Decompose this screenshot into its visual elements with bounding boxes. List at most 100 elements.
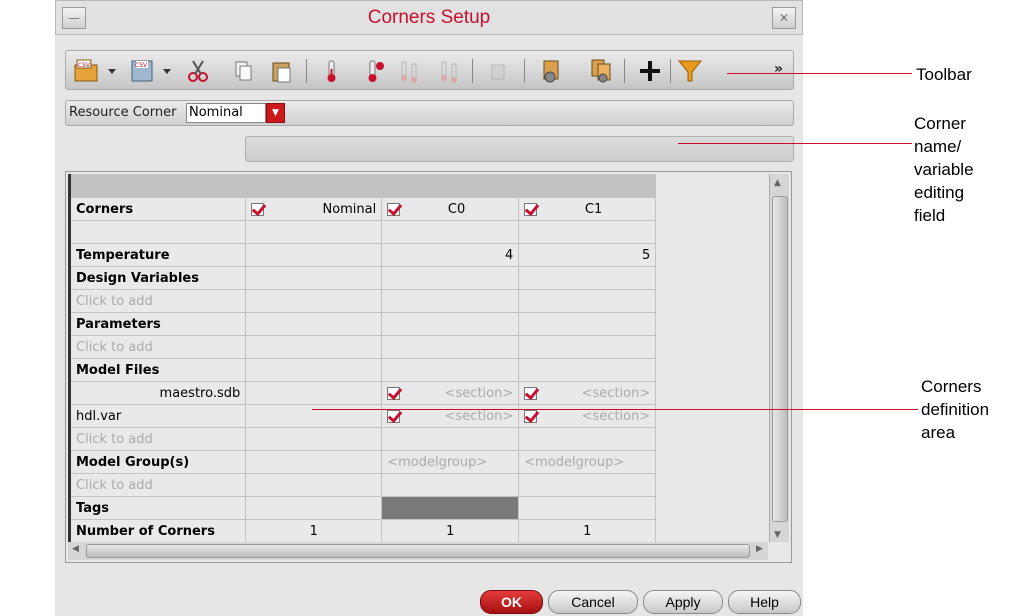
cut-icon[interactable]	[184, 57, 212, 85]
click-to-add[interactable]: Click to add	[67, 289, 247, 313]
corner-count: 1	[245, 519, 383, 543]
horizontal-scroll-thumb[interactable]	[86, 544, 750, 558]
model-file-checkbox[interactable]	[387, 386, 401, 400]
temperature-cell[interactable]: 4	[381, 243, 520, 267]
corner-name: Nominal	[322, 201, 377, 217]
toolbar-more-button[interactable]: »	[774, 61, 783, 77]
callout-line-1: Corner	[914, 114, 966, 133]
section-placeholder: <section>	[444, 385, 514, 401]
close-icon[interactable]: ✕	[772, 7, 796, 29]
disabled-icon[interactable]	[484, 57, 512, 85]
toolbar-separator	[624, 59, 625, 83]
callout-line-5: field	[914, 206, 946, 225]
header-cell	[67, 174, 247, 198]
open-csv-icon[interactable]: CSV	[72, 57, 100, 85]
save-csv-icon[interactable]: CSV	[128, 57, 156, 85]
corner-name-edit-field[interactable]	[245, 136, 794, 162]
model-files-row: Model Files	[67, 358, 657, 382]
corner-column-c0[interactable]: C0	[381, 197, 520, 221]
help-button[interactable]: Help	[728, 590, 801, 614]
model-file-checkbox[interactable]	[524, 409, 538, 423]
toolbar-separator	[670, 59, 671, 83]
temperature-cell[interactable]	[245, 243, 383, 267]
add-temperature-icon[interactable]	[318, 57, 346, 85]
section-placeholder: <section>	[581, 408, 651, 424]
scroll-left-icon[interactable]: ◀	[72, 544, 79, 554]
apply-button[interactable]: Apply	[643, 590, 723, 614]
svg-text:CSV: CSV	[135, 62, 148, 69]
model-file-name: hdl.var	[67, 404, 247, 428]
corner-column-nominal[interactable]: Nominal	[245, 197, 383, 221]
open-dropdown-icon[interactable]	[106, 57, 118, 85]
corner-settings-multi-icon[interactable]	[588, 57, 616, 85]
vertical-scroll-thumb[interactable]	[772, 196, 788, 522]
model-file-name: maestro.sdb	[67, 381, 247, 405]
row-label: Corners	[67, 197, 247, 221]
horizontal-scrollbar[interactable]: ◀ ▶	[68, 542, 768, 560]
cancel-button[interactable]: Cancel	[548, 590, 638, 614]
toolbar-separator	[472, 59, 473, 83]
model-file-cell[interactable]: <section>	[518, 404, 657, 428]
ok-button[interactable]: OK	[480, 590, 543, 614]
model-file-row: hdl.var <section> <section>	[67, 404, 657, 428]
window-title: Corners Setup	[367, 7, 491, 28]
row-label: Temperature	[67, 243, 247, 267]
callout-line-2: name/	[914, 137, 962, 156]
number-of-corners-row: Number of Corners 1 1 1	[67, 519, 657, 543]
callout-line-2: definition	[921, 400, 990, 419]
callout-line-1: Corners	[921, 377, 982, 396]
click-to-add-row: Click to add	[67, 473, 657, 497]
corner-count: 1	[518, 519, 657, 543]
filter-icon[interactable]	[676, 57, 704, 85]
corner-count: 1	[381, 519, 520, 543]
callout-line-3: variable	[914, 160, 974, 179]
corner-name: C0	[447, 201, 466, 217]
click-to-add[interactable]: Click to add	[67, 427, 247, 451]
model-file-checkbox[interactable]	[524, 386, 538, 400]
row-label: Tags	[67, 496, 247, 520]
model-file-cell[interactable]: <section>	[381, 381, 520, 405]
modelgroup-cell[interactable]: <modelgroup>	[381, 450, 520, 474]
click-to-add-row: Click to add	[67, 335, 657, 359]
row-label: Parameters	[67, 312, 247, 336]
toolbar-separator	[524, 59, 525, 83]
corner-column-c1[interactable]: C1	[518, 197, 657, 221]
tags-row: Tags	[67, 496, 657, 520]
corners-definition-area: Corners Nominal C0 C1 Temperature 4 5 De…	[65, 171, 792, 563]
scroll-down-icon[interactable]: ▼	[774, 530, 781, 540]
section-placeholder: <section>	[444, 408, 514, 424]
tags-cell-selected[interactable]	[381, 496, 520, 520]
save-dropdown-icon[interactable]	[161, 57, 173, 85]
modelgroup-cell[interactable]: <modelgroup>	[518, 450, 657, 474]
model-file-checkbox[interactable]	[387, 409, 401, 423]
click-to-add[interactable]: Click to add	[67, 473, 247, 497]
scroll-right-icon[interactable]: ▶	[756, 544, 763, 554]
copy-icon[interactable]	[230, 57, 258, 85]
sweep-down-icon[interactable]	[436, 57, 464, 85]
model-file-cell[interactable]: <section>	[518, 381, 657, 405]
corners-grid: Corners Nominal C0 C1 Temperature 4 5 De…	[67, 174, 657, 543]
click-to-add[interactable]: Click to add	[67, 335, 247, 359]
corner-settings-icon[interactable]	[538, 57, 566, 85]
checkbox-c1[interactable]	[524, 202, 538, 216]
remove-temperature-icon[interactable]	[361, 57, 389, 85]
paste-icon[interactable]	[268, 57, 296, 85]
checkbox-nominal[interactable]	[251, 202, 265, 216]
sweep-up-icon[interactable]	[396, 57, 424, 85]
row-label: Design Variables	[67, 266, 247, 290]
vertical-scrollbar[interactable]: ▲ ▼	[769, 174, 789, 542]
scroll-up-icon[interactable]: ▲	[774, 178, 781, 188]
add-icon[interactable]	[636, 57, 664, 85]
resource-corner-label: Resource Corner	[69, 105, 177, 120]
chevron-down-icon[interactable]: ▼	[266, 103, 285, 123]
name-field-callout-line	[678, 143, 912, 144]
design-variables-row: Design Variables	[67, 266, 657, 290]
corners-row: Corners Nominal C0 C1	[67, 197, 657, 221]
corner-name: C1	[584, 201, 603, 217]
checkbox-c0[interactable]	[387, 202, 401, 216]
name-field-callout: Corner name/ variable editing field	[914, 112, 974, 227]
resource-corner-select[interactable]: Nominal	[186, 103, 266, 123]
model-file-cell[interactable]: <section>	[381, 404, 520, 428]
temperature-cell[interactable]: 5	[518, 243, 657, 267]
toolbar: CSV CSV »	[65, 50, 794, 90]
